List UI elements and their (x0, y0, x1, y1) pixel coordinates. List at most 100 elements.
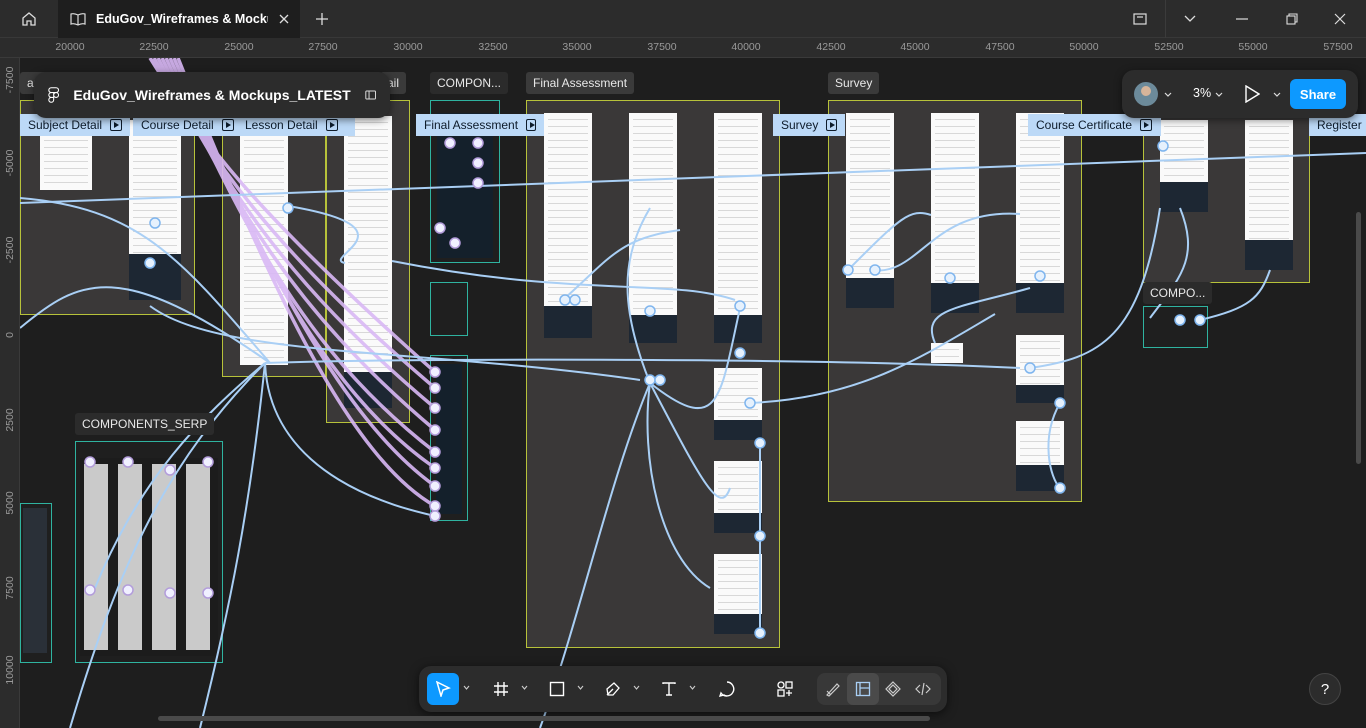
draw-icon (826, 683, 840, 697)
vertical-ruler: -7500 -5000 -2500 0 2500 5000 7500 10000 (0, 58, 20, 728)
bottom-toolbar (419, 666, 947, 712)
layout-icon (1133, 13, 1147, 25)
horizontal-scrollbar[interactable] (158, 716, 930, 721)
vertical-scrollbar[interactable] (1356, 212, 1361, 464)
chevron-down-icon[interactable] (1273, 92, 1281, 97)
ruler-x-tick: 27500 (308, 41, 338, 53)
frame-label-text: Final Assessment (424, 118, 519, 132)
chevron-down-icon[interactable] (521, 685, 528, 690)
zoom-level[interactable]: 3% (1193, 86, 1211, 100)
section-label-components[interactable]: COMPON... (430, 72, 509, 94)
ruler-x-tick: 45000 (900, 41, 930, 53)
frame-tool-button[interactable] (485, 673, 517, 705)
ruler-x-tick: 40000 (731, 41, 761, 53)
frame-label-text: Course Certificate (1036, 118, 1133, 132)
rectangle-icon (549, 681, 565, 697)
chevron-down-icon[interactable] (1164, 92, 1172, 97)
help-button[interactable]: ? (1309, 673, 1341, 705)
frame-label-text: Register (1317, 118, 1362, 132)
section-label-survey[interactable]: Survey (828, 72, 880, 94)
ruler-x-tick: 32500 (478, 41, 508, 53)
prototype-icon (1140, 119, 1153, 131)
ruler-x-tick: 50000 (1069, 41, 1099, 53)
layout-button[interactable] (1116, 0, 1164, 38)
ruler-y-tick: -2500 (4, 236, 16, 264)
restore-button[interactable] (1268, 0, 1316, 38)
text-icon (662, 682, 676, 696)
prototype-icon (110, 119, 122, 131)
frame-label-text: Subject Detail (28, 118, 103, 132)
text-tool-button[interactable] (653, 673, 685, 705)
ruler-x-tick: 25000 (224, 41, 254, 53)
section-label-final-assessment[interactable]: Final Assessment (526, 72, 635, 94)
chevron-down-icon[interactable] (633, 685, 640, 690)
dev-mode-button[interactable] (907, 673, 939, 705)
mode-switcher (817, 673, 941, 705)
close-icon[interactable] (278, 13, 290, 25)
play-icon[interactable] (1244, 85, 1260, 103)
pen-tool-button[interactable] (597, 673, 629, 705)
ruler-x-tick: 42500 (816, 41, 846, 53)
prototype-connections (20, 58, 1366, 728)
home-button[interactable] (0, 0, 58, 38)
ruler-y-tick: 5000 (4, 491, 16, 515)
minimize-button[interactable] (1218, 0, 1266, 38)
chevron-down-icon[interactable] (1215, 92, 1223, 97)
prototype-icon (826, 119, 837, 131)
code-icon (915, 682, 931, 696)
file-title[interactable]: EduGov_Wireframes & Mockups_LATEST (73, 87, 350, 103)
tab-title: EduGov_Wireframes & Mockups_LATEST (96, 12, 268, 26)
ruler-x-tick: 37500 (647, 41, 677, 53)
book-icon (70, 13, 86, 26)
sidebar-toggle-icon[interactable] (364, 89, 376, 101)
frame-icon (494, 682, 508, 696)
figma-logo-icon[interactable] (48, 85, 60, 105)
chevron-down-icon[interactable] (463, 685, 470, 690)
chevron-down-icon[interactable] (689, 685, 696, 690)
right-controls: 3% Share (1122, 70, 1358, 118)
pen-icon (606, 682, 620, 696)
close-window-button[interactable] (1316, 0, 1364, 38)
actions-tool-button[interactable] (769, 673, 801, 705)
frame-label-survey[interactable]: Survey (773, 114, 845, 136)
blue-nodes (144, 140, 1206, 639)
frame-label-final-assessment[interactable]: Final Assessment (416, 114, 544, 136)
actions-icon (777, 681, 793, 697)
horizontal-ruler: 20000 22500 25000 27500 30000 32500 3500… (0, 38, 1366, 58)
menu-button[interactable] (1166, 0, 1214, 38)
chevron-down-icon (1184, 15, 1196, 22)
ruler-x-tick: 22500 (139, 41, 169, 53)
design-canvas[interactable]: arc ail COMPON... Final Assessment Surve… (20, 58, 1366, 728)
file-name-card[interactable]: EduGov_Wireframes & Mockups_LATEST (34, 72, 390, 118)
ruler-y-tick: -7500 (4, 66, 16, 94)
restore-icon (1286, 13, 1298, 25)
chevron-down-icon[interactable] (577, 685, 584, 690)
ruler-x-tick: 20000 (55, 41, 85, 53)
frame-label-text: Course Detail (141, 118, 214, 132)
move-tool-button[interactable] (427, 673, 459, 705)
components-mode-button[interactable] (877, 673, 909, 705)
new-tab-button[interactable] (306, 0, 338, 38)
rectangle-tool-button[interactable] (541, 673, 573, 705)
share-button[interactable]: Share (1290, 79, 1346, 109)
ruler-x-tick: 57500 (1323, 41, 1353, 53)
prototype-icon (221, 119, 234, 131)
prototype-icon (526, 119, 536, 131)
ruler-y-tick: 10000 (4, 655, 16, 685)
minimize-icon (1236, 18, 1248, 20)
comment-tool-button[interactable] (711, 673, 743, 705)
design-mode-button[interactable] (847, 673, 879, 705)
draw-mode-button[interactable] (817, 673, 849, 705)
file-tab[interactable]: EduGov_Wireframes & Mockups_LATEST (58, 0, 300, 38)
section-label-components-serp[interactable]: COMPONENTS_SERP (75, 413, 215, 435)
frame-label-text: Lesson Detail (245, 118, 318, 132)
ruler-x-tick: 55000 (1238, 41, 1268, 53)
ruler-y-tick: -5000 (4, 149, 16, 177)
cursor-icon (435, 681, 451, 697)
ruler-x-tick: 30000 (393, 41, 423, 53)
avatar[interactable] (1134, 82, 1158, 106)
section-label-compo[interactable]: COMPO... (1143, 282, 1213, 304)
blue-flow-lines (20, 152, 1366, 728)
ruler-y-tick: 0 (4, 332, 16, 338)
ruler-x-tick: 52500 (1154, 41, 1184, 53)
